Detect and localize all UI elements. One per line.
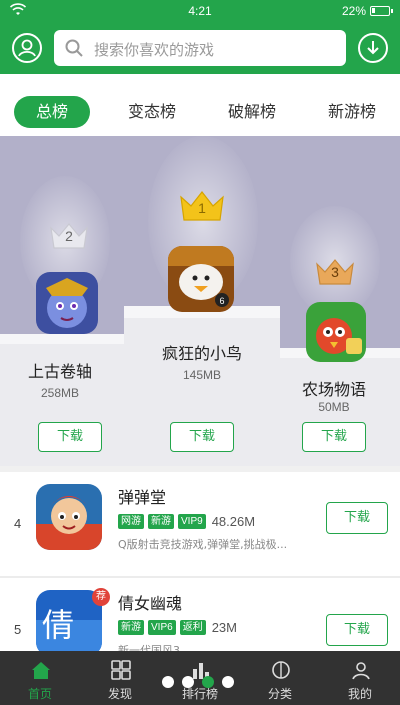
tab-modified[interactable]: 变态榜 <box>112 96 192 128</box>
list-size: 23M <box>211 619 237 635</box>
tag: VIP9 <box>178 513 206 529</box>
page-dot[interactable] <box>162 676 174 688</box>
tag: VIP6 <box>148 619 176 635</box>
recommend-badge: 荐 <box>92 588 110 606</box>
tab-new[interactable]: 新游榜 <box>312 96 392 128</box>
tag: 新游 <box>118 619 144 635</box>
divider <box>0 576 400 578</box>
podium-section: 2 1 3 6 上古卷轴 258MB 疯狂的小鸟 145MB 农场物语 50MB… <box>0 136 400 466</box>
grid-icon <box>111 660 131 680</box>
nav-label: 首页 <box>27 687 52 701</box>
nav-label: 我的 <box>347 687 372 701</box>
game-icon-shanggu[interactable] <box>36 272 98 334</box>
podium-name-3: 农场物语 <box>301 380 366 399</box>
battery-percent: 22% <box>341 4 366 18</box>
download-button[interactable]: 下载 <box>326 502 388 534</box>
tag-group: 新游 VIP6 返利 23M <box>118 618 237 636</box>
game-icon-angry-bird[interactable]: 6 <box>168 246 234 312</box>
page-dot[interactable] <box>182 676 194 688</box>
nav-profile[interactable]: 我的 <box>320 651 400 705</box>
list-rank: 5 <box>14 622 22 637</box>
podium-size-3: 50MB <box>318 400 350 414</box>
podium-rank-3: 3 <box>331 264 339 280</box>
download-icon[interactable] <box>358 33 388 63</box>
tag: 新游 <box>148 513 174 529</box>
category-icon <box>272 661 290 679</box>
download-button-1[interactable]: 下载 <box>170 422 234 452</box>
podium-size-1: 145MB <box>182 368 222 382</box>
list-description: Q版射击竞技游戏,弹弹堂,挑战极... <box>118 538 288 551</box>
tag: 网游 <box>118 513 144 529</box>
list-description: 新一代国风3... <box>118 644 191 651</box>
podium-name-2: 上古卷轴 <box>27 362 92 381</box>
download-button-3[interactable]: 下载 <box>302 422 366 452</box>
download-button-2[interactable]: 下载 <box>38 422 102 452</box>
ranking-tabs: 总榜 变态榜 破解榜 新游榜 <box>0 86 400 136</box>
battery-icon <box>370 6 393 16</box>
podium-size-2: 258MB <box>40 386 80 400</box>
tag-group: 网游 新游 VIP9 48.26M <box>118 512 255 530</box>
nav-discover[interactable]: 发现 <box>80 651 160 705</box>
user-icon[interactable] <box>12 33 42 63</box>
list-rank: 4 <box>14 516 22 531</box>
crown-bronze-icon: 3 <box>314 256 356 286</box>
app-header: 4:21 22% 搜索你喜欢的游戏 <box>0 0 400 74</box>
profile-icon <box>352 662 370 680</box>
download-button[interactable]: 下载 <box>326 614 388 646</box>
crown-silver-icon: 2 <box>48 220 90 250</box>
game-icon-dandantang[interactable] <box>36 484 102 550</box>
recommend-badge-label: 荐 <box>96 591 106 602</box>
search-input[interactable]: 搜索你喜欢的游戏 <box>54 30 346 66</box>
game-icon-farm[interactable] <box>306 302 366 362</box>
list-item[interactable]: 5 倩 荐 倩女幽魂 新游 VIP6 返利 23M 新一代国风3... 下载 <box>0 586 400 651</box>
page-indicator <box>162 676 234 688</box>
search-icon <box>65 39 83 57</box>
search-placeholder: 搜索你喜欢的游戏 <box>94 41 215 59</box>
podium-name-1: 疯狂的小鸟 <box>161 344 242 363</box>
home-icon <box>32 662 50 679</box>
list-size: 48.26M <box>211 513 256 529</box>
crown-gold-icon: 1 <box>178 188 226 222</box>
svg-text:6: 6 <box>219 296 224 306</box>
list-item[interactable]: 4 弹弹堂 网游 新游 VIP9 48.26M Q版射击竞技游戏,弹弹堂,挑战极… <box>0 480 400 580</box>
nav-home[interactable]: 首页 <box>0 651 80 705</box>
list-title: 倩女幽魂 <box>118 594 183 613</box>
nav-label: 分类 <box>267 687 292 701</box>
podium-rank-1: 1 <box>198 200 206 216</box>
status-bar: 4:21 22% <box>0 0 400 22</box>
podium-rank-2: 2 <box>65 228 73 244</box>
list-title: 弹弹堂 <box>118 488 167 507</box>
svg-text:倩: 倩 <box>42 606 74 644</box>
divider <box>0 466 400 472</box>
nav-category[interactable]: 分类 <box>240 651 320 705</box>
page-dot-active[interactable] <box>202 676 214 688</box>
page-dot[interactable] <box>222 676 234 688</box>
tab-cracked[interactable]: 破解榜 <box>212 96 292 128</box>
nav-label: 发现 <box>107 687 132 701</box>
status-time: 4:21 <box>188 4 212 18</box>
tag: 返利 <box>179 619 206 635</box>
tab-total[interactable]: 总榜 <box>14 96 90 128</box>
